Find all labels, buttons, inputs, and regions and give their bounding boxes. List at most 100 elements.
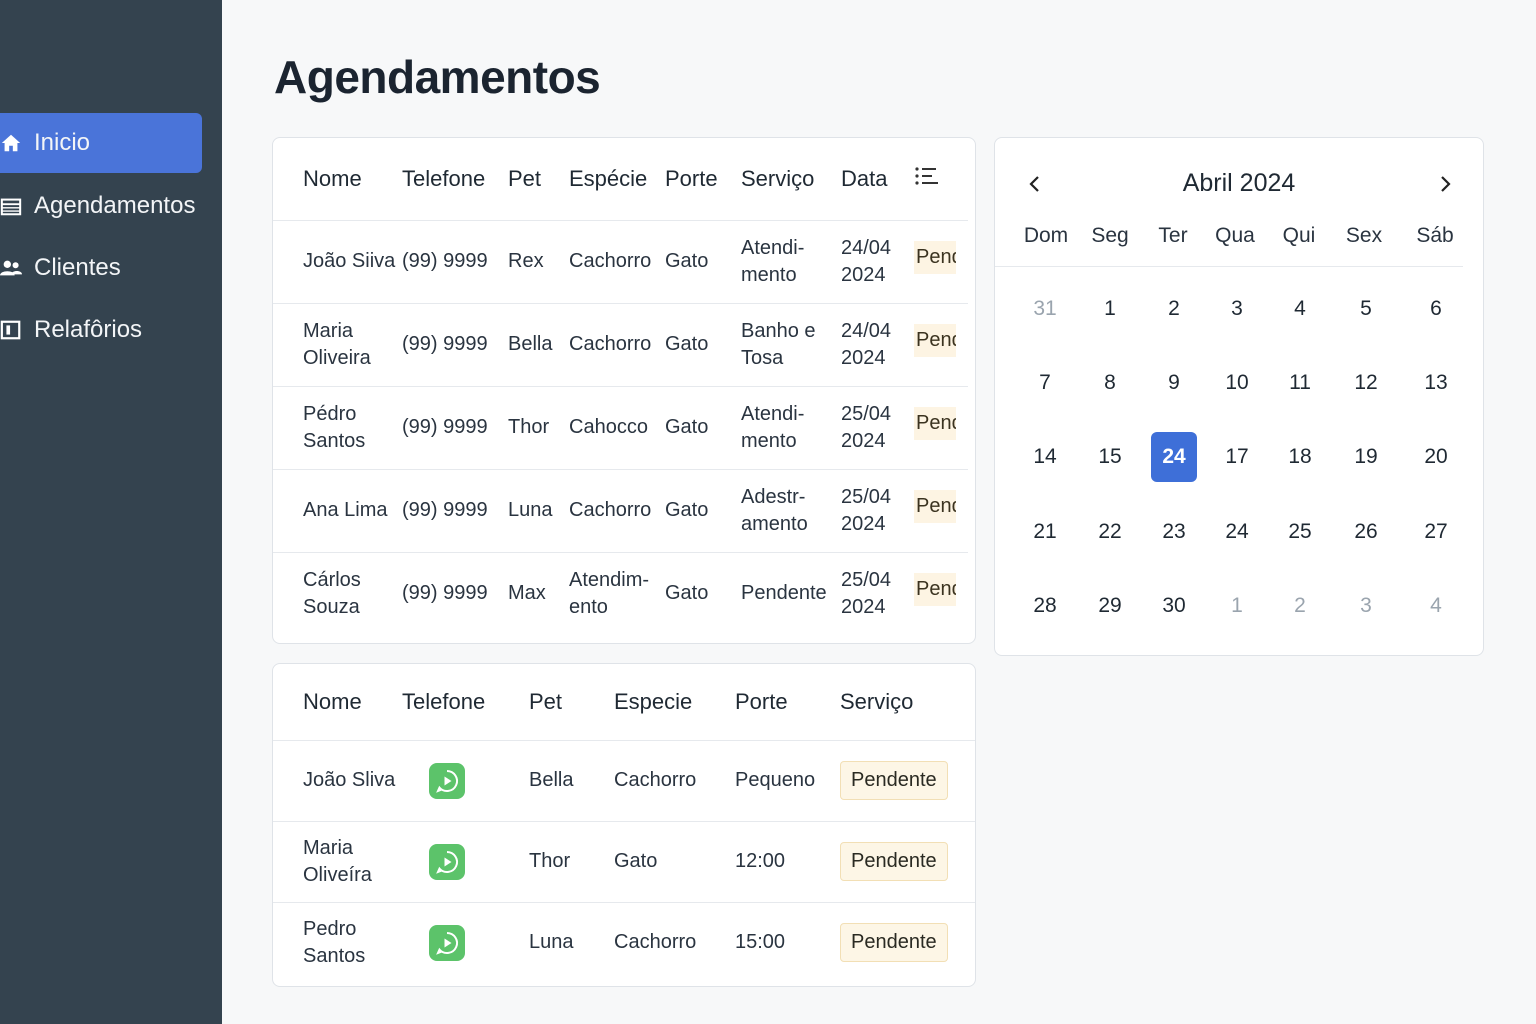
calendar-day[interactable]: 24	[1214, 507, 1260, 557]
column-header-telefone[interactable]: Telefone	[402, 138, 508, 220]
cell-telefone	[402, 901, 529, 983]
calendar-day[interactable]: 31	[1022, 284, 1068, 334]
table-row[interactable]: João Siiva (99) 9999 Rex Cachorro Gato A…	[273, 219, 968, 303]
cell-status: Pendente	[840, 739, 975, 821]
cell-data: 25/04 2024	[841, 468, 914, 552]
cell-nome: Pédro Santos	[273, 385, 402, 469]
sidebar-item-inicio[interactable]: Inicio	[0, 113, 202, 173]
calendar-day[interactable]: 9	[1151, 358, 1197, 408]
column-header-data[interactable]: Data	[841, 138, 914, 220]
calendar-day[interactable]: 30	[1151, 581, 1197, 631]
calendar-day[interactable]: 29	[1087, 581, 1133, 631]
calendar-day[interactable]: 26	[1343, 507, 1389, 557]
column-header-pet[interactable]: Pet	[529, 664, 614, 740]
calendar-day[interactable]: 12	[1343, 358, 1389, 408]
calendar-day[interactable]: 8	[1087, 358, 1133, 408]
cell-status: Pendente	[914, 219, 968, 303]
calendar-day[interactable]: 3	[1214, 284, 1260, 334]
calendar-day-selected[interactable]: 24	[1151, 432, 1197, 482]
column-header-especie[interactable]: Espécie	[569, 138, 665, 220]
calendar-day[interactable]: 17	[1214, 432, 1260, 482]
calendar-day[interactable]: 28	[1022, 581, 1068, 631]
sidebar-item-label: Agendamentos	[34, 192, 196, 219]
appointments-table: Nome Telefone Pet Espécie Porte Serviço …	[273, 138, 968, 635]
calendar-day[interactable]: 15	[1087, 432, 1133, 482]
filter-button[interactable]	[914, 138, 968, 220]
calendar-day[interactable]: 4	[1277, 284, 1323, 334]
calendar-day[interactable]: 20	[1413, 432, 1459, 482]
sidebar-item-label: Relafôrios	[34, 316, 143, 343]
calendar-day[interactable]: 1	[1214, 581, 1260, 631]
calendar-day[interactable]: 5	[1343, 284, 1389, 334]
column-header-pet[interactable]: Pet	[508, 138, 569, 220]
whatsapp-button[interactable]	[429, 843, 465, 880]
table-row[interactable]: Cárlos Souza (99) 9999 Max Atendim- ento…	[273, 551, 968, 635]
cell-especie: Cachorro	[569, 219, 665, 303]
column-header-nome[interactable]: Nome	[273, 138, 402, 220]
cell-pet: Thor	[508, 385, 569, 469]
calendar-day[interactable]: 1	[1087, 284, 1133, 334]
column-header-servico[interactable]: Serviço	[840, 664, 975, 740]
calendar-day[interactable]: 14	[1022, 432, 1068, 482]
cell-nome: Cárlos Souza	[273, 551, 402, 635]
calendar-day[interactable]: 27	[1413, 507, 1459, 557]
calendar-day[interactable]: 6	[1413, 284, 1459, 334]
table-row[interactable]: Pédro Santos (99) 9999 Thor Cahocco Gato…	[273, 385, 968, 469]
column-header-nome[interactable]: Nome	[273, 664, 402, 740]
calendar-header: Abril 2024	[995, 166, 1483, 202]
column-header-telefone[interactable]: Telefone	[402, 664, 529, 740]
table-row[interactable]: João Sliva Bella Cachorro Pequeno Penden…	[273, 739, 975, 821]
clients-table: Nome Telefone Pet Especie Porte Serviço …	[273, 664, 975, 983]
calendar-day[interactable]: 2	[1151, 284, 1197, 334]
table-row[interactable]: Pedro Santos Luna Cachorro 15:00 Pendent…	[273, 901, 975, 983]
status-badge: Pendente	[840, 842, 948, 881]
cell-status: Pendente	[914, 385, 968, 469]
report-icon	[0, 319, 22, 341]
calendar-day[interactable]: 13	[1413, 358, 1459, 408]
calendar-day[interactable]: 22	[1087, 507, 1133, 557]
status-badge: Pendente	[914, 407, 956, 440]
table-row[interactable]: Maria Oliveira (99) 9999 Bella Cachorro …	[273, 302, 968, 386]
calendar-icon	[0, 195, 22, 217]
calendar-day[interactable]: 7	[1022, 358, 1068, 408]
sidebar-item-clientes[interactable]: Clientes	[0, 238, 202, 298]
calendar-month-title: Abril 2024	[1182, 169, 1296, 197]
cell-porte: Gato	[665, 302, 741, 386]
whatsapp-icon	[436, 850, 458, 874]
status-badge: Pendente	[914, 241, 956, 274]
calendar-day[interactable]: 10	[1214, 358, 1260, 408]
column-header-especie[interactable]: Especie	[614, 664, 735, 740]
cell-porte: Gato	[665, 551, 741, 635]
sidebar-item-relatorios[interactable]: Relafôrios	[0, 300, 202, 360]
home-icon	[0, 132, 22, 154]
column-header-porte[interactable]: Porte	[735, 664, 840, 740]
calendar-day[interactable]: 3	[1343, 581, 1389, 631]
cell-porte: 12:00	[735, 820, 840, 902]
cell-status: Pendente	[840, 901, 975, 983]
calendar-day[interactable]: 18	[1277, 432, 1323, 482]
weekday-label: Ter	[1158, 224, 1188, 247]
table-row[interactable]: Ana Lima (99) 9999 Luna Cachorro Gato Ad…	[273, 468, 968, 552]
column-header-servico[interactable]: Serviço	[741, 138, 841, 220]
cell-especie: Atendim- ento	[569, 551, 665, 635]
calendar-day[interactable]: 11	[1277, 358, 1323, 408]
whatsapp-button[interactable]	[429, 762, 465, 799]
status-badge: Pendente	[914, 324, 956, 357]
whatsapp-button[interactable]	[429, 924, 465, 961]
column-header-porte[interactable]: Porte	[665, 138, 741, 220]
calendar-day[interactable]: 21	[1022, 507, 1068, 557]
cell-telefone	[402, 739, 529, 821]
weekday-label: Seg	[1091, 224, 1129, 247]
calendar-day[interactable]: 25	[1277, 507, 1323, 557]
calendar-day[interactable]: 4	[1413, 581, 1459, 631]
sidebar-item-agendamentos[interactable]: Agendamentos	[0, 176, 202, 236]
calendar-day[interactable]: 23	[1151, 507, 1197, 557]
next-month-button[interactable]	[1431, 170, 1459, 198]
table-row[interactable]: Maria Oliveíra Thor Gato 12:00 Pendente	[273, 820, 975, 902]
cell-nome: Maria Oliveíra	[273, 820, 402, 902]
calendar-day[interactable]: 19	[1343, 432, 1389, 482]
calendar-day[interactable]: 2	[1277, 581, 1323, 631]
cell-telefone: (99) 9999	[402, 385, 508, 469]
prev-month-button[interactable]	[1021, 170, 1049, 198]
cell-data: 25/04 2024	[841, 385, 914, 469]
